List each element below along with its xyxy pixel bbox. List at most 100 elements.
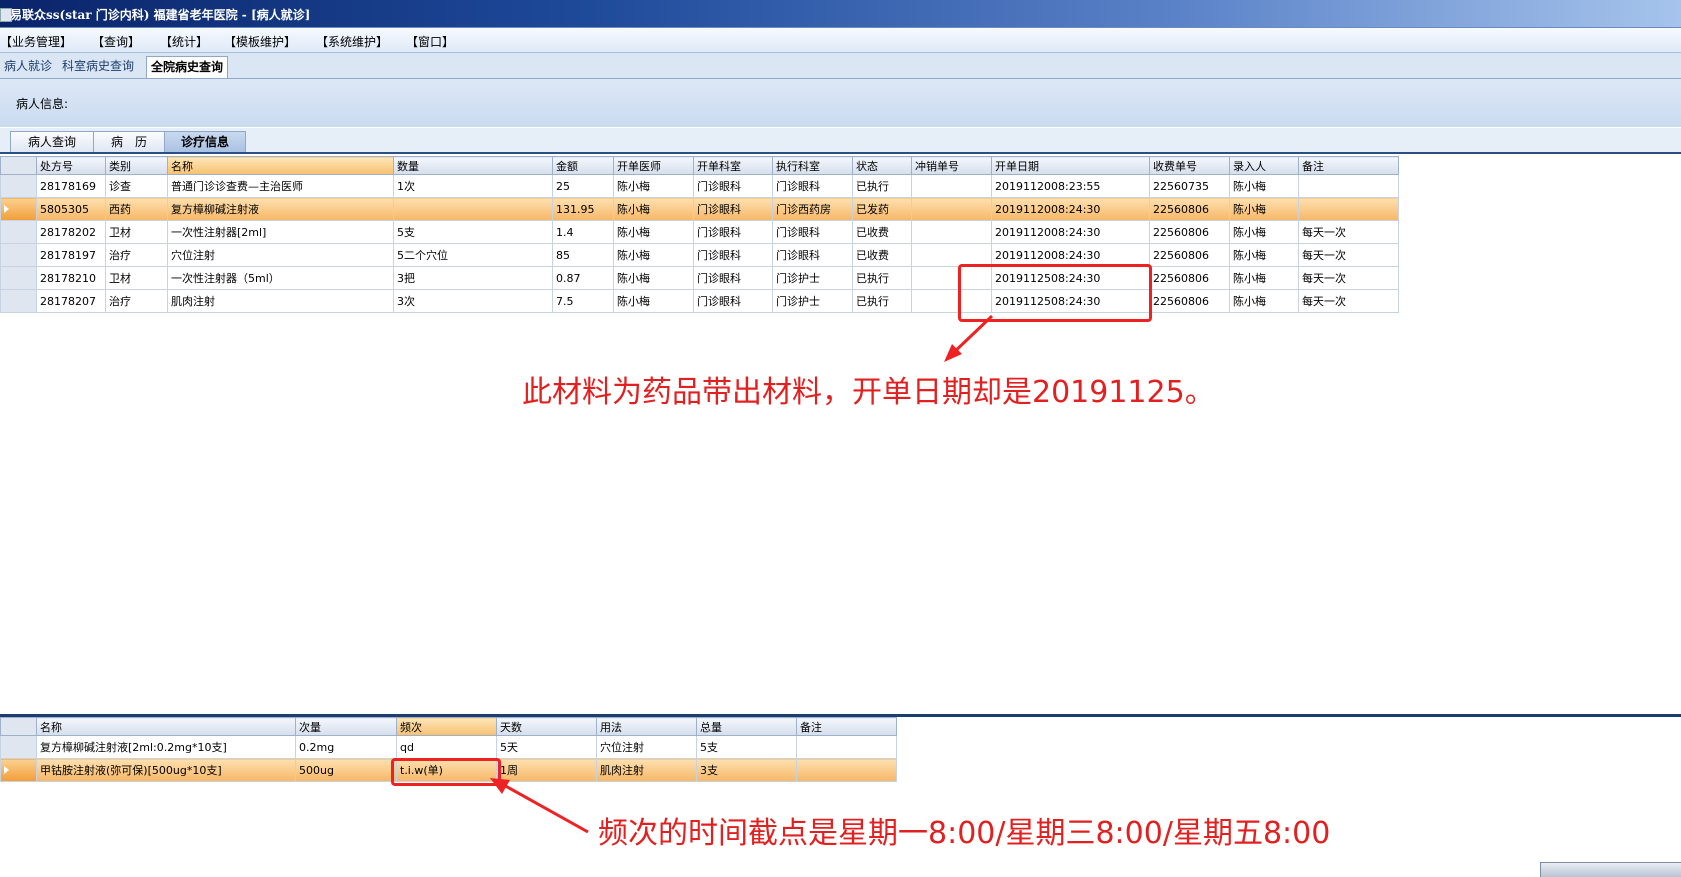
cell: 7.5: [552, 289, 614, 313]
col-header[interactable]: 天数: [496, 717, 597, 736]
cell: 5天: [496, 735, 597, 759]
row-header[interactable]: [0, 758, 37, 782]
cell: 门诊眼科: [693, 197, 773, 221]
col-header[interactable]: 处方号: [36, 156, 106, 175]
col-header[interactable]: 开单医师: [613, 156, 694, 175]
cell: 22560806: [1149, 197, 1230, 221]
cell: [911, 174, 992, 198]
table-row[interactable]: 28178202 卫材 一次性注射器[2ml] 5支 1.4 陈小梅 门诊眼科 …: [0, 220, 1399, 244]
cell: qd: [396, 735, 497, 759]
cell: 复方樟柳碱注射液[2ml:0.2mg*10支]: [36, 735, 296, 759]
table-row[interactable]: 28178210 卫材 一次性注射器（5ml） 3把 0.87 陈小梅 门诊眼科…: [0, 266, 1399, 290]
cell: 已发药: [852, 197, 912, 221]
cell: 西药: [105, 197, 168, 221]
col-header[interactable]: 金额: [552, 156, 614, 175]
cell: 5805305: [36, 197, 106, 221]
row-header[interactable]: [0, 197, 37, 221]
cell: 131.95: [552, 197, 614, 221]
cell: [1298, 197, 1399, 221]
taskbar-widget: [1540, 862, 1681, 877]
row-header[interactable]: [0, 735, 37, 759]
cell: 一次性注射器（5ml）: [167, 266, 394, 290]
cell: [796, 735, 897, 759]
col-header[interactable]: 频次: [396, 717, 497, 736]
menu-template[interactable]: 【模板维护】: [224, 33, 296, 50]
menu-statistics[interactable]: 【统计】: [160, 33, 208, 50]
cell: 85: [552, 243, 614, 267]
col-header[interactable]: 名称: [167, 156, 394, 175]
col-header[interactable]: 录入人: [1229, 156, 1299, 175]
cell: 25: [552, 174, 614, 198]
row-header[interactable]: [0, 220, 37, 244]
col-header[interactable]: 类别: [105, 156, 168, 175]
cell: 3支: [696, 758, 797, 782]
row-header[interactable]: [0, 289, 37, 313]
col-header[interactable]: 用法: [596, 717, 697, 736]
col-header[interactable]: 数量: [393, 156, 553, 175]
menu-query[interactable]: 【查询】: [92, 33, 140, 50]
tab-hospital-history[interactable]: 全院病史查询: [146, 56, 229, 78]
tab-medical-record[interactable]: 病 历: [93, 131, 165, 152]
tab-dept-history[interactable]: 科室病史查询: [58, 56, 138, 77]
row-header[interactable]: [0, 243, 37, 267]
cell: 2019112008:23:55: [991, 174, 1150, 198]
col-header[interactable]: 状态: [852, 156, 912, 175]
cell: 陈小梅: [613, 266, 694, 290]
menu-window[interactable]: 【窗口】: [406, 33, 454, 50]
cell: 穴位注射: [167, 243, 394, 267]
cell: 陈小梅: [613, 289, 694, 313]
cell: 已执行: [852, 174, 912, 198]
table-row[interactable]: 28178207 治疗 肌肉注射 3次 7.5 陈小梅 门诊眼科 门诊护士 已执…: [0, 289, 1399, 313]
col-header[interactable]: 次量: [295, 717, 397, 736]
cell: 门诊眼科: [693, 220, 773, 244]
cell: 28178210: [36, 266, 106, 290]
annotation-note-date: 此材料为药品带出材料，开单日期却是20191125。: [522, 375, 1215, 410]
document-tabs: 病人就诊 科室病史查询 全院病史查询: [0, 53, 1681, 79]
table-row[interactable]: 28178169 诊查 普通门诊诊查费—主治医师 1次 25 陈小梅 门诊眼科 …: [0, 174, 1399, 198]
table-row-selected[interactable]: 5805305 西药 复方樟柳碱注射液 131.95 陈小梅 门诊眼科 门诊西药…: [0, 197, 1399, 221]
cell: 3次: [393, 289, 553, 313]
cell: 治疗: [105, 243, 168, 267]
row-header[interactable]: [0, 266, 37, 290]
patient-info-label: 病人信息:: [16, 97, 69, 111]
cell: 普通门诊诊查费—主治医师: [167, 174, 394, 198]
cell: 每天一次: [1298, 266, 1399, 290]
cell: 门诊眼科: [693, 289, 773, 313]
cell: 22560806: [1149, 266, 1230, 290]
table-row[interactable]: 复方樟柳碱注射液[2ml:0.2mg*10支] 0.2mg qd 5天 穴位注射…: [0, 735, 897, 759]
menu-business[interactable]: 【业务管理】: [0, 33, 72, 50]
cell: 穴位注射: [596, 735, 697, 759]
col-header[interactable]: 名称: [36, 717, 296, 736]
cell: 肌肉注射: [167, 289, 394, 313]
cell: 陈小梅: [613, 174, 694, 198]
cell: 28178207: [36, 289, 106, 313]
col-header[interactable]: 收费单号: [1149, 156, 1230, 175]
col-header[interactable]: 开单科室: [693, 156, 773, 175]
annotation-arrow-icon: [944, 314, 994, 362]
cell: [796, 758, 897, 782]
title-bar: 易联众ss(star 门诊内科) 福建省老年医院 - [病人就诊]: [0, 0, 1681, 28]
tab-patient-query[interactable]: 病人查询: [10, 131, 94, 152]
cell: 诊查: [105, 174, 168, 198]
menu-system[interactable]: 【系统维护】: [316, 33, 388, 50]
cell: 陈小梅: [1229, 266, 1299, 290]
tab-patient-visit[interactable]: 病人就诊: [0, 56, 56, 77]
cell: [911, 220, 992, 244]
col-header[interactable]: 冲销单号: [911, 156, 992, 175]
cell: 门诊护士: [772, 266, 853, 290]
tab-treatment-info[interactable]: 诊疗信息: [164, 131, 246, 152]
row-header[interactable]: [0, 174, 37, 198]
cell: 0.87: [552, 266, 614, 290]
table-row[interactable]: 28178197 治疗 穴位注射 5二个穴位 85 陈小梅 门诊眼科 门诊眼科 …: [0, 243, 1399, 267]
annotation-note-frequency: 频次的时间截点是星期一8:00/星期三8:00/星期五8:00: [598, 816, 1331, 851]
col-header[interactable]: 总量: [696, 717, 797, 736]
cell: 28178202: [36, 220, 106, 244]
cell: 1.4: [552, 220, 614, 244]
col-header[interactable]: 备注: [796, 717, 897, 736]
cell: 500ug: [295, 758, 397, 782]
col-header[interactable]: 开单日期: [991, 156, 1150, 175]
col-header[interactable]: 执行科室: [772, 156, 853, 175]
header-corner: [0, 156, 37, 175]
cell: 门诊眼科: [772, 174, 853, 198]
col-header[interactable]: 备注: [1298, 156, 1399, 175]
